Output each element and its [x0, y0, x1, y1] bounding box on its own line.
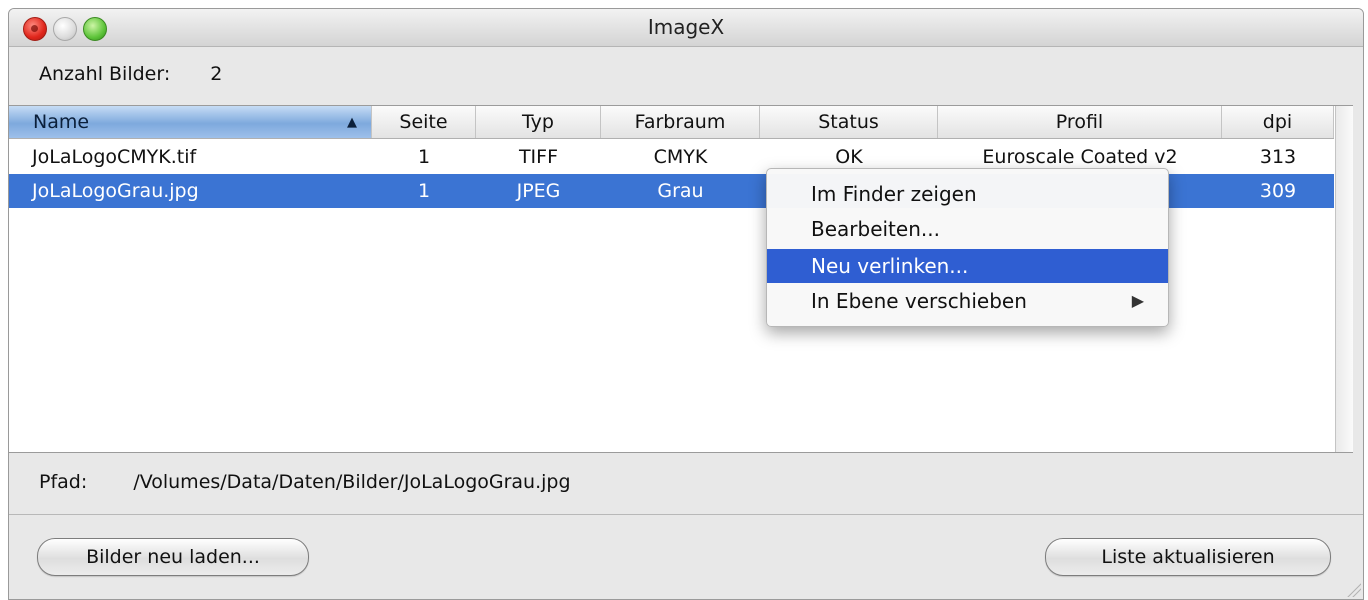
- sort-ascending-icon: ▲: [347, 115, 357, 130]
- menu-item-relink[interactable]: Neu verlinken...: [767, 249, 1168, 283]
- menu-item-move-to-layer[interactable]: In Ebene verschieben ▶: [767, 284, 1168, 318]
- title-bar[interactable]: ImageX: [9, 9, 1363, 47]
- column-header-dpi[interactable]: dpi: [1222, 106, 1334, 138]
- cell-farbraum: Grau: [657, 180, 704, 202]
- menu-item-label: In Ebene verschieben: [811, 289, 1027, 313]
- table-header: Name ▲ Seite Typ Farbraum Status Profil …: [9, 106, 1334, 139]
- image-count-value: 2: [210, 63, 223, 85]
- table-vertical-scrollbar[interactable]: [1335, 106, 1353, 452]
- submenu-arrow-icon: ▶: [1131, 291, 1144, 310]
- cell-name: JoLaLogoCMYK.tif: [32, 146, 197, 168]
- cell-seite: 1: [417, 146, 431, 168]
- menu-item-show-in-finder[interactable]: Im Finder zeigen: [767, 177, 1168, 211]
- column-header-status[interactable]: Status: [760, 106, 938, 138]
- menu-item-label: Im Finder zeigen: [811, 182, 977, 206]
- menu-item-edit[interactable]: Bearbeiten...: [767, 212, 1168, 246]
- reload-images-button[interactable]: Bilder neu laden...: [37, 538, 309, 576]
- menu-item-label: Bearbeiten...: [811, 217, 940, 241]
- divider: [9, 514, 1363, 515]
- cell-dpi: 309: [1259, 180, 1297, 202]
- context-menu: Im Finder zeigen Bearbeiten... Neu verli…: [766, 168, 1169, 327]
- column-header-label: Name: [33, 111, 90, 133]
- path-value: /Volumes/Data/Daten/Bilder/JoLaLogoGrau.…: [133, 471, 571, 493]
- image-count-row: Anzahl Bilder: 2: [39, 63, 222, 85]
- column-header-seite[interactable]: Seite: [372, 106, 476, 138]
- column-header-typ[interactable]: Typ: [476, 106, 601, 138]
- image-count-label: Anzahl Bilder:: [39, 63, 171, 85]
- cell-name: JoLaLogoGrau.jpg: [32, 180, 199, 202]
- path-label: Pfad:: [39, 471, 88, 493]
- cell-typ: JPEG: [516, 180, 561, 202]
- path-row: Pfad: /Volumes/Data/Daten/Bilder/JoLaLog…: [39, 471, 571, 493]
- cell-farbraum: CMYK: [653, 146, 708, 168]
- column-header-name[interactable]: Name ▲: [9, 106, 372, 138]
- window-title: ImageX: [647, 15, 725, 39]
- column-header-farbraum[interactable]: Farbraum: [601, 106, 760, 138]
- cell-dpi: 313: [1259, 146, 1297, 168]
- column-header-profil[interactable]: Profil: [938, 106, 1222, 138]
- cell-seite: 1: [417, 180, 431, 202]
- cell-typ: TIFF: [518, 146, 559, 168]
- menu-item-label: Neu verlinken...: [811, 254, 969, 278]
- resize-grip-icon[interactable]: [1347, 583, 1361, 597]
- update-list-button[interactable]: Liste aktualisieren: [1045, 538, 1331, 576]
